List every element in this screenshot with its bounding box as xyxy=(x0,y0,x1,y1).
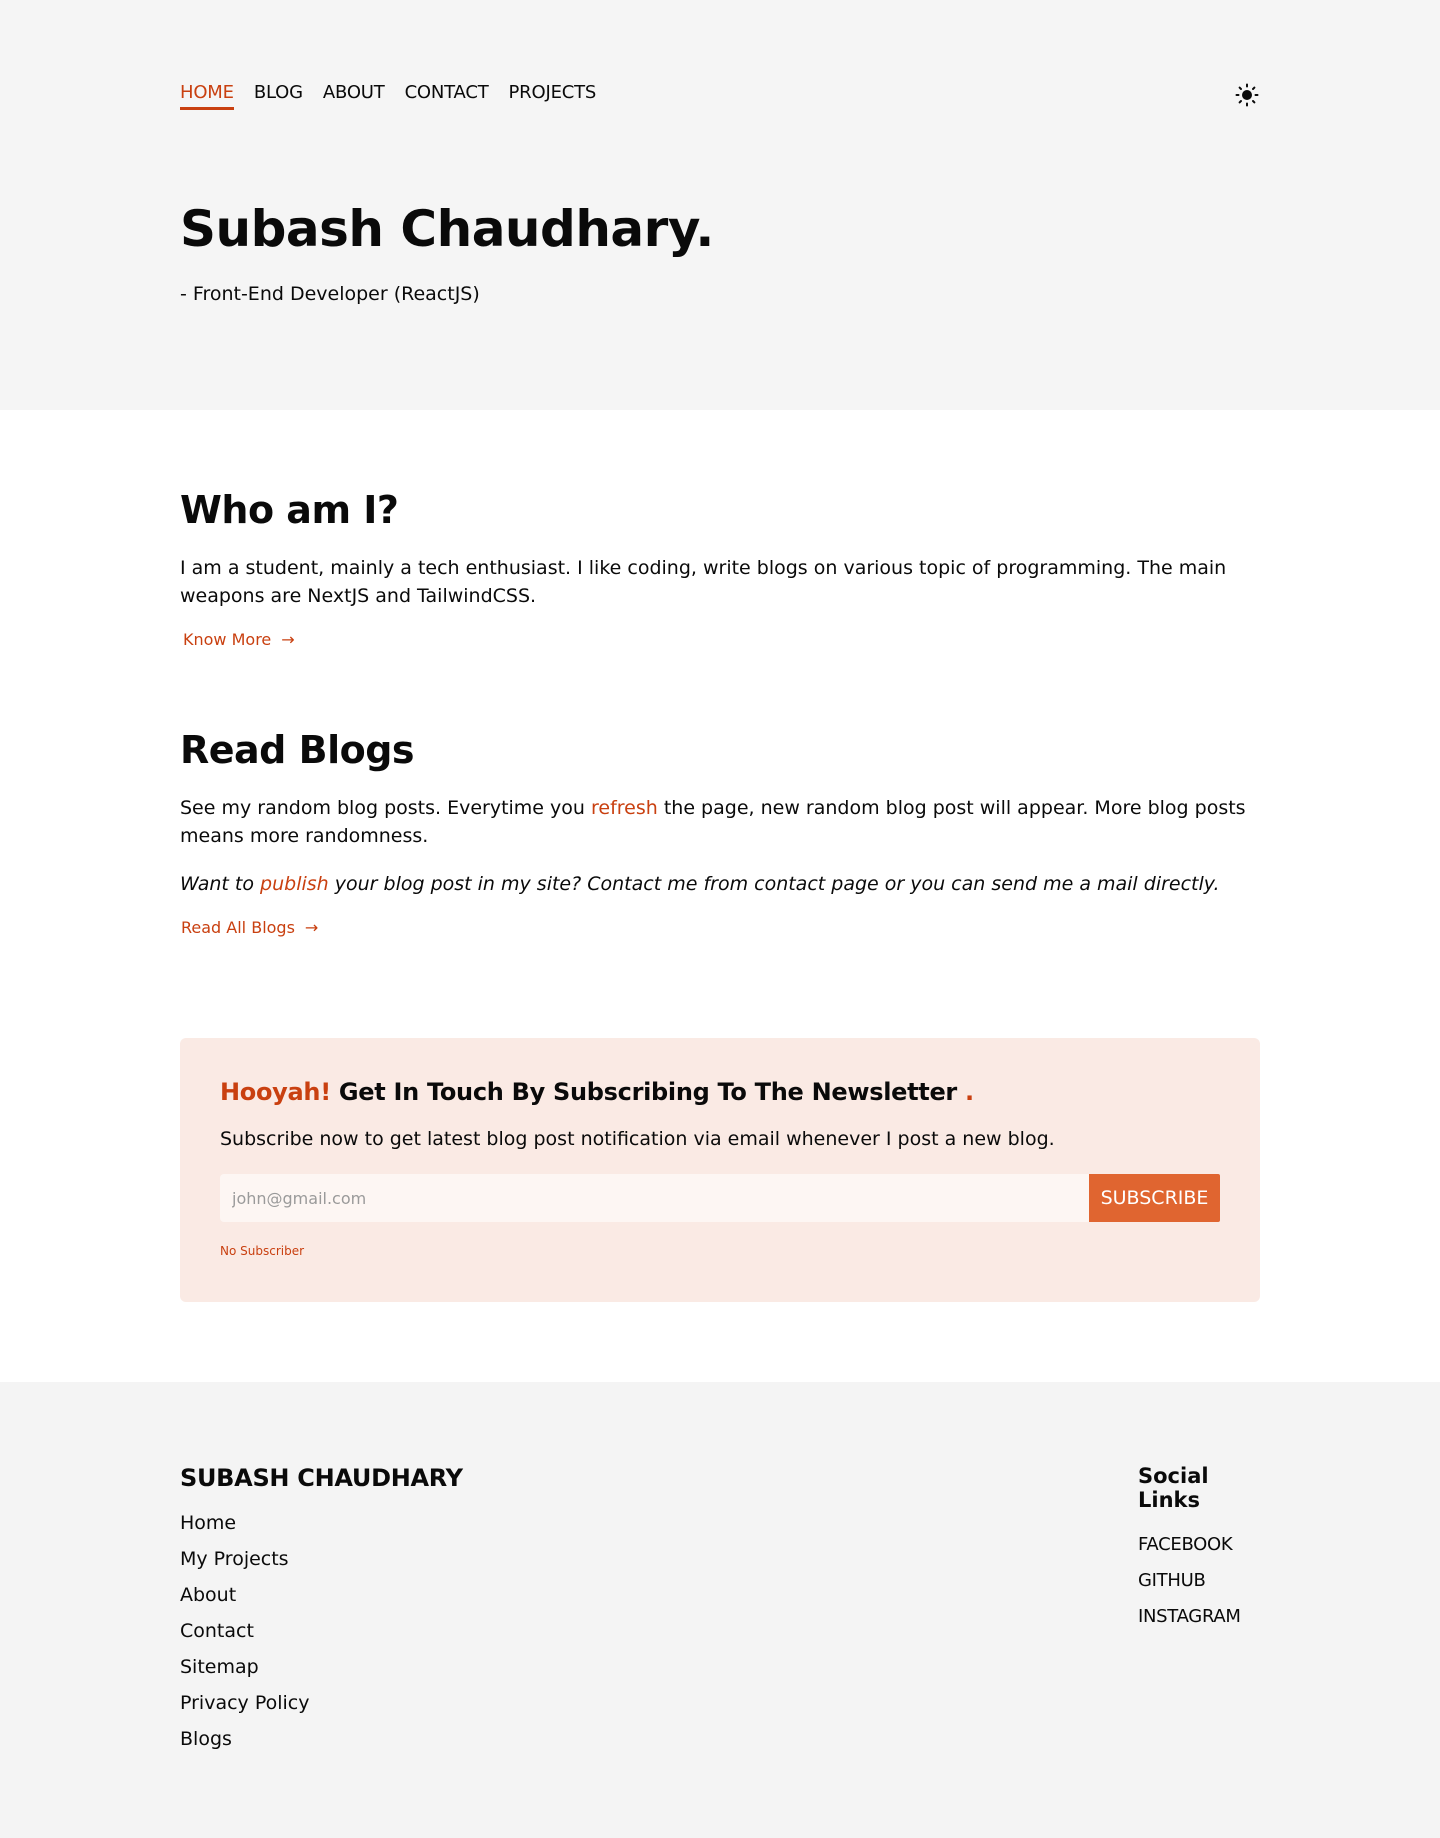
know-more-link[interactable]: Know More → xyxy=(183,630,295,649)
newsletter-form: SUBSCRIBE xyxy=(220,1174,1220,1222)
github-link[interactable]: GITHUB xyxy=(1138,1570,1206,1591)
refresh-highlight: refresh xyxy=(591,797,658,819)
who-text: I am a student, mainly a tech enthusiast… xyxy=(180,557,1227,607)
nav-blog-link[interactable]: BLOG xyxy=(254,82,303,110)
who-title: Who am I? xyxy=(180,488,399,532)
publish-text: Want to publish your blog post in my sit… xyxy=(180,870,1260,898)
subscriber-count: No Subscriber xyxy=(220,1244,305,1258)
blogs-text-part: See my random blog posts. Everytime you xyxy=(180,797,591,819)
footer-link-item: Sitemap xyxy=(180,1656,309,1692)
social-item: INSTAGRAM xyxy=(1138,1606,1260,1642)
footer-link-item: Contact xyxy=(180,1620,309,1656)
footer-link-sitemap[interactable]: Sitemap xyxy=(180,1656,259,1678)
footer-link-projects[interactable]: My Projects xyxy=(180,1548,289,1570)
footer-link-home[interactable]: Home xyxy=(180,1512,236,1534)
footer-link-item: My Projects xyxy=(180,1548,309,1584)
publish-text-part: Want to xyxy=(180,873,261,895)
sun-icon xyxy=(1235,83,1259,107)
instagram-link[interactable]: INSTAGRAM xyxy=(1138,1606,1241,1627)
newsletter-title-accent: Hooyah! xyxy=(220,1078,331,1106)
main-content: Who am I? I am a student, mainly a tech … xyxy=(0,410,1440,1382)
footer-link-item: Blogs xyxy=(180,1728,309,1764)
hero-subtitle: - Front-End Developer (ReactJS) xyxy=(180,283,480,305)
read-all-blogs-label: Read All Blogs xyxy=(181,918,295,937)
read-all-blogs-link[interactable]: Read All Blogs → xyxy=(181,918,318,937)
footer-link-privacy[interactable]: Privacy Policy xyxy=(180,1692,309,1714)
newsletter-description: Subscribe now to get latest blog post no… xyxy=(220,1128,1055,1150)
subscribe-button[interactable]: SUBSCRIBE xyxy=(1089,1174,1220,1222)
newsletter-title-text: Get In Touch By Subscribing To The Newsl… xyxy=(338,1078,957,1106)
social-title: Social Links xyxy=(1138,1464,1209,1512)
who-am-i-section: Who am I? I am a student, mainly a tech … xyxy=(180,488,1260,649)
email-input[interactable] xyxy=(220,1174,1089,1222)
hero-title: Subash Chaudhary. xyxy=(180,200,714,258)
footer-link-blogs[interactable]: Blogs xyxy=(180,1728,232,1750)
nav-projects-link[interactable]: PROJECTS xyxy=(509,82,597,110)
social-links-section: Social Links FACEBOOK GITHUB INSTAGRAM xyxy=(1138,1464,1260,1642)
footer: SUBASH CHAUDHARY Home My Projects About … xyxy=(0,1382,1440,1838)
hero-section: HOME BLOG ABOUT CONTACT PROJECTS Subash … xyxy=(0,0,1440,410)
footer-brand: SUBASH CHAUDHARY xyxy=(180,1464,463,1492)
blogs-title: Read Blogs xyxy=(180,728,415,772)
newsletter-title: Hooyah! Get In Touch By Subscribing To T… xyxy=(220,1078,1220,1106)
social-item: FACEBOOK xyxy=(1138,1534,1260,1570)
newsletter-box: Hooyah! Get In Touch By Subscribing To T… xyxy=(180,1038,1260,1302)
theme-toggle-button[interactable] xyxy=(1234,82,1260,108)
footer-links: Home My Projects About Contact Sitemap P… xyxy=(180,1512,309,1764)
read-blogs-section: Read Blogs See my random blog posts. Eve… xyxy=(180,728,1260,937)
know-more-label: Know More xyxy=(183,630,272,649)
social-list: FACEBOOK GITHUB INSTAGRAM xyxy=(1138,1534,1260,1642)
footer-link-about[interactable]: About xyxy=(180,1584,236,1606)
social-item: GITHUB xyxy=(1138,1570,1260,1606)
nav-about-link[interactable]: ABOUT xyxy=(323,82,385,110)
footer-link-item: Privacy Policy xyxy=(180,1692,309,1728)
facebook-link[interactable]: FACEBOOK xyxy=(1138,1534,1233,1555)
arrow-right-icon: → xyxy=(304,918,319,937)
footer-link-item: Home xyxy=(180,1512,309,1548)
publish-highlight: publish xyxy=(260,873,329,895)
nav-contact-link[interactable]: CONTACT xyxy=(405,82,489,110)
footer-link-item: About xyxy=(180,1584,309,1620)
publish-text-part: your blog post in my site? Contact me fr… xyxy=(328,873,1220,895)
footer-link-contact[interactable]: Contact xyxy=(180,1620,254,1642)
main-nav: HOME BLOG ABOUT CONTACT PROJECTS xyxy=(180,82,596,110)
arrow-right-icon: → xyxy=(281,630,295,649)
nav-home-link[interactable]: HOME xyxy=(180,82,234,110)
newsletter-title-dot: . xyxy=(965,1078,974,1106)
blogs-text: See my random blog posts. Everytime you … xyxy=(180,794,1260,850)
